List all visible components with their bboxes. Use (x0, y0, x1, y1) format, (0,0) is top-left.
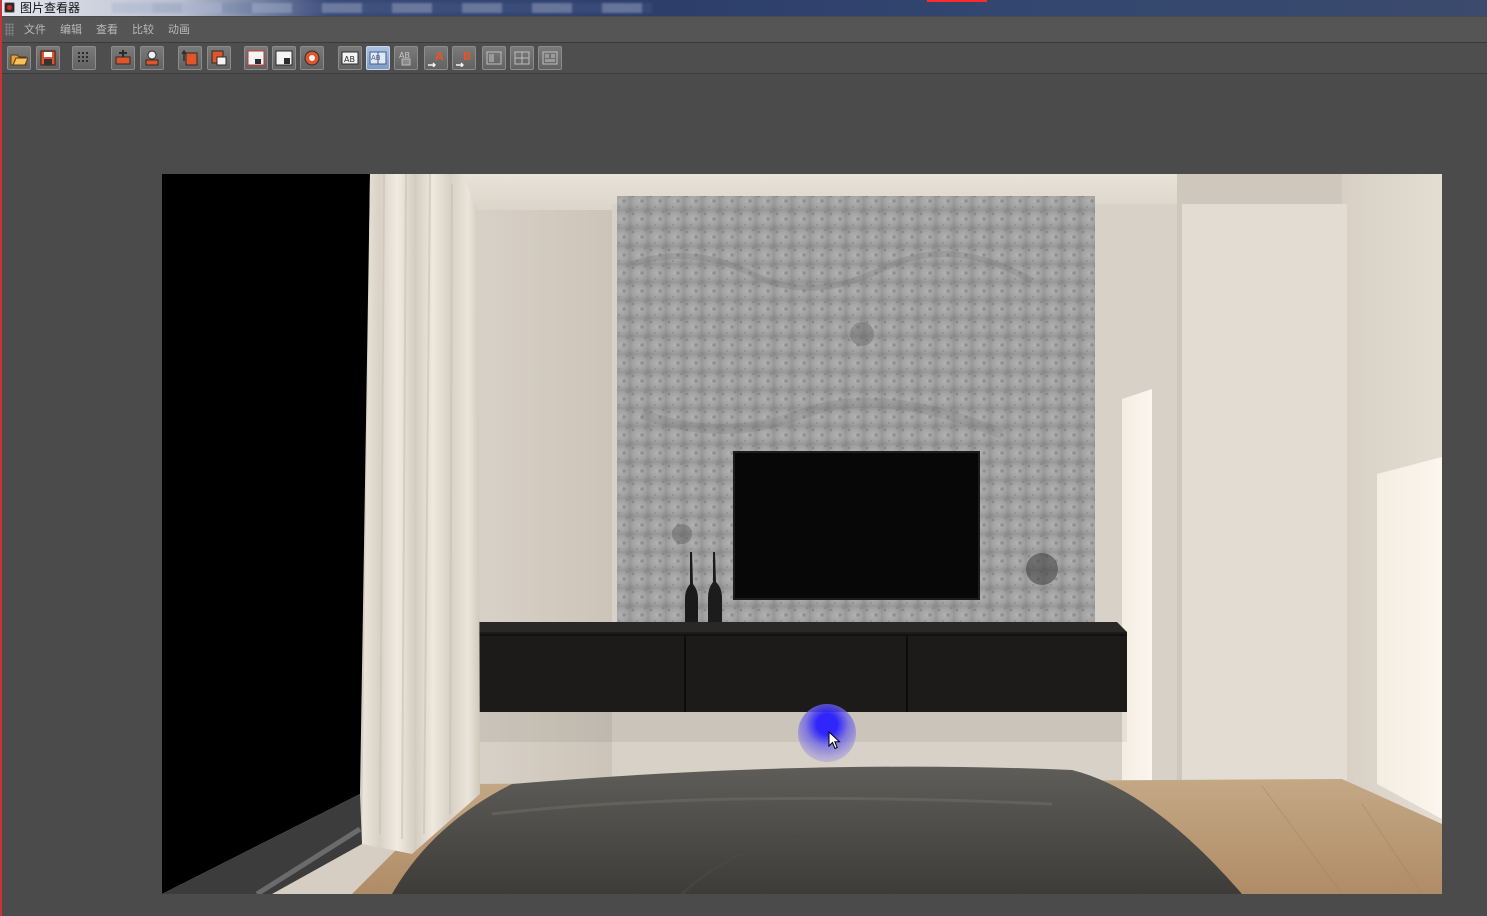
svg-text:AB: AB (344, 55, 355, 64)
set-b-button[interactable]: B (452, 46, 476, 70)
image-viewer-window: 图片查看器 文件 编辑 查看 比较 动画 AB AB AB A B (0, 0, 1487, 916)
toolbar: AB AB AB A B (2, 43, 1487, 74)
render-icon (304, 50, 320, 66)
menu-item-compare[interactable]: 比较 (132, 22, 154, 38)
history-up-button[interactable] (178, 46, 202, 70)
title-bar-indicator (927, 0, 987, 2)
stamp-icon (145, 50, 159, 66)
layout-1-icon (486, 51, 502, 65)
track-button[interactable] (111, 46, 135, 70)
layout-2-button[interactable] (510, 46, 534, 70)
set-b-label: B (463, 50, 471, 63)
open-icon (10, 54, 28, 66)
track-icon (115, 50, 131, 65)
history-up-icon (181, 49, 198, 66)
crop-render-button[interactable] (272, 46, 296, 70)
layout-3-button[interactable] (538, 46, 562, 70)
channels-icon (78, 52, 88, 62)
channels-button[interactable] (72, 46, 96, 70)
ab-compare-button[interactable]: AB (394, 46, 418, 70)
stamp-button[interactable] (140, 46, 164, 70)
set-a-button[interactable]: A (424, 46, 448, 70)
app-icon[interactable] (4, 2, 15, 13)
layout-3-icon (542, 51, 558, 65)
layout-1-button[interactable] (482, 46, 506, 70)
menu-grip-icon[interactable] (5, 23, 14, 36)
layout-2-icon (514, 51, 530, 65)
title-bar[interactable]: 图片查看器 (2, 0, 1487, 16)
svg-text:AB: AB (371, 54, 381, 62)
title-bar-blur (112, 3, 652, 13)
window-title: 图片查看器 (20, 1, 81, 15)
region-render-button[interactable] (244, 46, 268, 70)
ab-compare-icon: AB (399, 51, 411, 66)
set-a-label: A (435, 50, 444, 63)
render-button[interactable] (300, 46, 324, 70)
history-down-icon (211, 50, 227, 66)
region-render-icon (247, 50, 265, 66)
menu-item-view[interactable]: 查看 (96, 22, 118, 38)
ab-single-button[interactable]: AB (338, 46, 362, 70)
bedroom-render-illustration (162, 174, 1442, 894)
history-down-button[interactable] (207, 46, 231, 70)
click-highlight (798, 704, 856, 762)
ab-split-button[interactable]: AB (366, 46, 390, 70)
set-a-icon: A (428, 50, 444, 67)
crop-render-icon (275, 50, 293, 66)
save-button[interactable] (36, 46, 60, 70)
save-icon (40, 50, 56, 66)
open-button[interactable] (7, 46, 31, 70)
image-viewport[interactable] (2, 74, 1487, 916)
mouse-cursor-icon (828, 731, 841, 750)
ab-single-icon: AB (341, 51, 359, 65)
set-b-icon: B (456, 50, 471, 67)
rendered-image (162, 174, 1442, 894)
menu-item-file[interactable]: 文件 (24, 22, 46, 38)
ab-split-icon: AB (369, 51, 387, 65)
menu-bar: 文件 编辑 查看 比较 动画 (2, 17, 1487, 43)
menu-item-animation[interactable]: 动画 (168, 22, 190, 38)
menu-item-edit[interactable]: 编辑 (60, 22, 82, 38)
